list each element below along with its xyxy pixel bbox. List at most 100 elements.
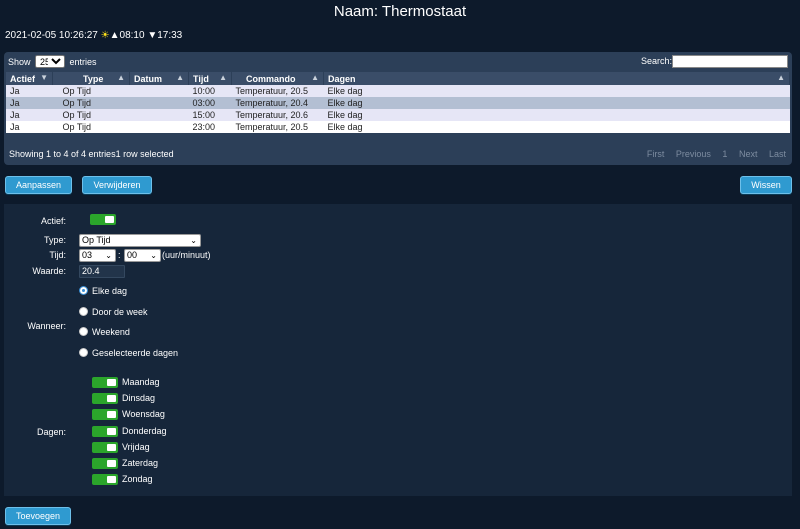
- table-row[interactable]: Ja Op Tijd 15:00 Temperatuur, 20.6 Elke …: [6, 109, 790, 121]
- value-label: Waarde:: [32, 266, 66, 276]
- col-header-tijd[interactable]: Tijd ▲: [188, 72, 232, 85]
- cell-type: Op Tijd: [52, 109, 130, 121]
- datetime: 2021-02-05 10:26:27: [5, 30, 98, 41]
- day-toggle-dinsdag[interactable]: [92, 393, 118, 404]
- search-control: Search:: [641, 55, 788, 68]
- day-label: Vrijdag: [122, 442, 150, 452]
- timer-table-panel: Show 25 entries Search: Actief ▼ Type ▲ Da…: [4, 52, 792, 165]
- when-radio-weekdays[interactable]: [79, 307, 88, 316]
- cell-tijd: 23:00: [188, 121, 232, 133]
- day-label: Donderdag: [122, 426, 167, 436]
- cell-datum: [129, 109, 189, 121]
- value-input[interactable]: 20.4: [79, 265, 125, 278]
- cell-type: Op Tijd: [52, 97, 130, 109]
- cell-dagen: Elke dag: [323, 85, 790, 97]
- time-separator: :: [118, 250, 121, 260]
- day-toggle-zondag[interactable]: [92, 474, 118, 485]
- delete-button[interactable]: Verwijderen: [82, 176, 152, 194]
- clear-button[interactable]: Wissen: [740, 176, 792, 194]
- sort-icon: ▲: [777, 73, 785, 82]
- minute-select[interactable]: 00 ⌄: [124, 249, 161, 262]
- pager-previous[interactable]: Previous: [676, 149, 711, 159]
- active-toggle[interactable]: [90, 214, 116, 225]
- table-info: Showing 1 to 4 of 4 entries1 row selecte…: [9, 149, 174, 159]
- col-header-dagen[interactable]: Dagen ▲: [323, 72, 790, 85]
- sunrise-time: ▲08:10: [109, 30, 145, 41]
- table-header-row: Actief ▼ Type ▲ Datum ▲ Tijd ▲ Commando ▲ Dag…: [6, 72, 790, 85]
- when-option-label: Weekend: [92, 327, 130, 337]
- cell-type: Op Tijd: [52, 121, 130, 133]
- col-label: Tijd: [193, 73, 209, 84]
- day-label: Zaterdag: [122, 458, 159, 468]
- cell-commando: Temperatuur, 20.4: [231, 97, 324, 109]
- cell-actief: Ja: [6, 97, 53, 109]
- chevron-down-icon: ⌄: [105, 251, 112, 260]
- day-label: Woensdag: [122, 409, 165, 419]
- edit-button[interactable]: Aanpassen: [5, 176, 72, 194]
- col-label: Datum: [134, 73, 163, 84]
- day-label: Maandag: [122, 377, 160, 387]
- day-toggle-donderdag[interactable]: [92, 426, 118, 437]
- table-row[interactable]: Ja Op Tijd 23:00 Temperatuur, 20.5 Elke …: [6, 121, 790, 133]
- cell-datum: [129, 97, 189, 109]
- sort-desc-icon: ▼: [40, 73, 48, 82]
- when-radio-selected-days[interactable]: [79, 348, 88, 357]
- page-title: Naam: Thermostaat: [333, 3, 467, 20]
- pager-page-1[interactable]: 1: [722, 149, 727, 159]
- cell-commando: Temperatuur, 20.5: [231, 121, 324, 133]
- cell-actief: Ja: [6, 85, 53, 97]
- timer-table: Actief ▼ Type ▲ Datum ▲ Tijd ▲ Commando ▲ Dag…: [6, 72, 790, 133]
- col-header-commando[interactable]: Commando ▲: [231, 72, 324, 85]
- when-radio-every-day[interactable]: [79, 286, 88, 295]
- col-header-actief[interactable]: Actief ▼: [6, 72, 53, 85]
- col-header-datum[interactable]: Datum ▲: [129, 72, 189, 85]
- col-label: Actief: [10, 73, 36, 84]
- day-toggle-vrijdag[interactable]: [92, 442, 118, 453]
- sort-icon: ▲: [311, 73, 319, 82]
- pager-next[interactable]: Next: [739, 149, 758, 159]
- cell-commando: Temperatuur, 20.6: [231, 109, 324, 121]
- page-size-select[interactable]: 25: [35, 55, 66, 68]
- day-label: Dinsdag: [122, 393, 156, 403]
- cell-tijd: 15:00: [188, 109, 232, 121]
- day-toggle-maandag[interactable]: [92, 377, 118, 388]
- when-option-label: Geselecteerde dagen: [92, 348, 179, 358]
- show-label: Show: [8, 57, 31, 67]
- page-size-control: Show 25 entries: [8, 55, 97, 68]
- cell-dagen: Elke dag: [323, 121, 790, 133]
- search-input[interactable]: [672, 55, 788, 68]
- timer-form: Actief: Type: Op Tijd ⌄ Tijd: 03 ⌄ : 00 ⌄ (…: [4, 204, 792, 496]
- cell-actief: Ja: [6, 109, 53, 121]
- type-select[interactable]: Op Tijd ⌄: [79, 234, 201, 247]
- cell-datum: [129, 121, 189, 133]
- cell-actief: Ja: [6, 121, 53, 133]
- col-label: Dagen: [328, 73, 356, 84]
- when-option-label: Elke dag: [92, 286, 128, 296]
- col-label: Type: [83, 73, 104, 84]
- time-hint: (uur/minuut): [162, 250, 211, 260]
- chevron-down-icon: ⌄: [190, 236, 197, 245]
- sort-icon: ▲: [176, 73, 184, 82]
- hour-value: 03: [82, 250, 93, 260]
- day-toggle-woensdag[interactable]: [92, 409, 118, 420]
- table-row-selected[interactable]: Ja Op Tijd 03:00 Temperatuur, 20.4 Elke …: [6, 97, 790, 109]
- col-header-type[interactable]: Type ▲: [52, 72, 130, 85]
- active-label: Actief:: [40, 216, 66, 226]
- pager-last[interactable]: Last: [769, 149, 786, 159]
- cell-tijd: 03:00: [188, 97, 232, 109]
- add-button[interactable]: Toevoegen: [5, 507, 71, 525]
- day-toggle-zaterdag[interactable]: [92, 458, 118, 469]
- days-label: Dagen:: [36, 427, 66, 437]
- cell-dagen: Elke dag: [323, 97, 790, 109]
- status-line: 2021-02-05 10:26:27 ☀▲08:10 ▼17:33: [5, 30, 182, 41]
- pagination: First Previous 1 Next Last: [638, 149, 786, 159]
- type-label: Type:: [43, 235, 66, 245]
- pager-first[interactable]: First: [647, 149, 665, 159]
- hour-select[interactable]: 03 ⌄: [79, 249, 116, 262]
- table-row[interactable]: Ja Op Tijd 10:00 Temperatuur, 20.5 Elke …: [6, 85, 790, 97]
- cell-datum: [129, 85, 189, 97]
- when-radio-weekend[interactable]: [79, 327, 88, 336]
- minute-value: 00: [127, 250, 138, 260]
- sun-icon: ☀: [100, 30, 110, 41]
- sort-icon: ▲: [117, 73, 125, 82]
